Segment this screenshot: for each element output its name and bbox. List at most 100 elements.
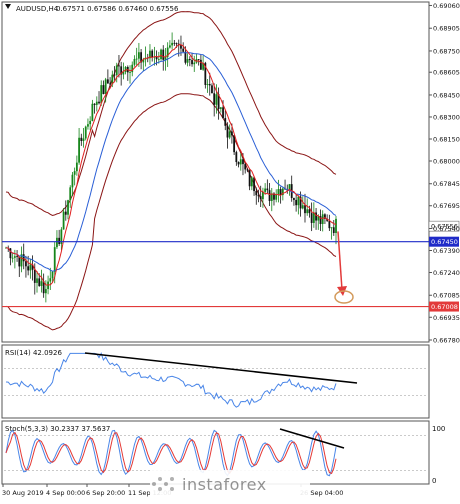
candle-body xyxy=(78,137,80,163)
candle-body xyxy=(332,227,335,233)
price-tick-label: 0.68605 xyxy=(433,69,460,77)
support-price-label: 0.67450 xyxy=(431,238,458,246)
candle-body xyxy=(244,164,247,170)
price-tick-label: 0.66780 xyxy=(433,337,460,345)
candle-body xyxy=(275,194,278,200)
candle-body xyxy=(173,42,176,44)
candle-body xyxy=(295,199,298,206)
candle-body xyxy=(69,187,72,201)
price-tick-label: 0.66935 xyxy=(433,314,460,322)
candle-body xyxy=(224,118,227,126)
candle-body xyxy=(211,85,213,94)
price-tick-label: 0.69060 xyxy=(433,2,460,10)
candle-body xyxy=(22,254,25,262)
candle-body xyxy=(93,103,96,105)
candle-body xyxy=(56,237,58,248)
candle-body xyxy=(118,65,120,67)
price-tick-label: 0.67085 xyxy=(433,292,460,300)
candle-body xyxy=(259,196,262,200)
candle-body xyxy=(137,52,140,59)
instaforex-logo-icon xyxy=(150,473,176,495)
candle-body xyxy=(25,261,27,267)
candle-body xyxy=(233,135,236,153)
candle-body xyxy=(44,289,47,294)
candle-body xyxy=(38,278,41,286)
time-tick-label: 4 Sep 00:00 xyxy=(46,489,85,497)
candle-body xyxy=(87,124,89,127)
candle-body xyxy=(11,257,14,259)
candle-body xyxy=(62,211,65,230)
candle-body xyxy=(330,227,333,229)
candle-body xyxy=(197,59,200,60)
price-axis: 0.69060 0.68905 0.68750 0.68605 0.68450 0.683… xyxy=(429,2,460,345)
rsi-title: RSI(14) 42.0926 xyxy=(5,349,62,357)
candle-body xyxy=(186,59,189,63)
watermark: instaforex xyxy=(150,470,310,498)
candle-body xyxy=(131,64,134,73)
price-tick-label: 0.68450 xyxy=(433,91,460,99)
candle-body xyxy=(264,188,267,192)
price-tick-label: 0.68150 xyxy=(433,135,460,143)
candle-body xyxy=(95,101,98,105)
candle-body xyxy=(53,247,56,272)
candle-body xyxy=(255,191,258,196)
rsi-panel xyxy=(1,344,430,419)
ohlc-readout: 0.67571 0.67586 0.67460 0.67556 xyxy=(56,5,179,13)
candle-body xyxy=(297,196,300,206)
stoch-title: Stoch(5,3,3) 30.2337 37.5637 xyxy=(5,425,110,433)
candle-body xyxy=(33,269,36,283)
candle-body xyxy=(18,256,21,267)
candle-body xyxy=(222,107,224,119)
candle-body xyxy=(182,48,185,52)
candle-body xyxy=(98,101,100,104)
candle-body xyxy=(293,198,295,200)
time-tick-label: 30 Aug 2019 xyxy=(2,489,44,497)
candle-body xyxy=(89,120,92,125)
candle-body xyxy=(49,278,52,282)
candle-body xyxy=(310,213,313,223)
price-tick-label: 0.67695 xyxy=(433,202,460,210)
candle-body xyxy=(226,125,229,138)
candle-body xyxy=(268,190,271,201)
chart-title: AUDUSD,H4 xyxy=(16,5,59,13)
candle-body xyxy=(113,74,116,76)
candle-body xyxy=(250,177,253,187)
candle-body xyxy=(157,59,160,60)
price-tick-label: 0.67390 xyxy=(433,247,460,255)
candle-body xyxy=(306,209,309,214)
stoch-axis-min: 0 xyxy=(432,477,436,485)
candle-body xyxy=(71,174,74,188)
candle-body xyxy=(257,195,260,197)
candle-body xyxy=(115,65,118,75)
candle-body xyxy=(151,50,154,57)
price-tick-label: 0.67845 xyxy=(433,180,460,188)
candle-body xyxy=(215,94,218,105)
candle-body xyxy=(235,152,238,163)
candle-body xyxy=(133,59,136,65)
candle-body xyxy=(84,126,87,139)
candle-body xyxy=(237,162,240,165)
candle-body xyxy=(29,264,32,271)
candle-body xyxy=(208,84,211,86)
candle-body xyxy=(315,212,317,221)
candle-body xyxy=(171,42,174,46)
candle-body xyxy=(51,271,54,279)
candle-body xyxy=(175,43,178,44)
candle-body xyxy=(36,278,38,283)
chart-window: 0.67450 0.67008 0.67556 0.69060 0.68905 0.68… xyxy=(0,0,460,500)
price-tick-label: 0.68905 xyxy=(433,25,460,33)
candle-body xyxy=(109,83,111,85)
candle-body xyxy=(82,138,85,141)
candle-body xyxy=(75,162,78,172)
candle-body xyxy=(104,79,107,94)
candle-body xyxy=(301,205,304,209)
candle-body xyxy=(328,220,331,229)
time-tick-label: 6 Sep 20:00 xyxy=(86,489,125,497)
candle-body xyxy=(219,107,222,109)
candle-body xyxy=(16,256,18,257)
candle-body xyxy=(277,189,280,195)
candle-body xyxy=(304,205,306,214)
chart-canvas: 0.674500.670080.67556 0.690600.689050.68… xyxy=(1,1,460,497)
candle-body xyxy=(58,237,61,244)
candle-body xyxy=(102,85,105,94)
